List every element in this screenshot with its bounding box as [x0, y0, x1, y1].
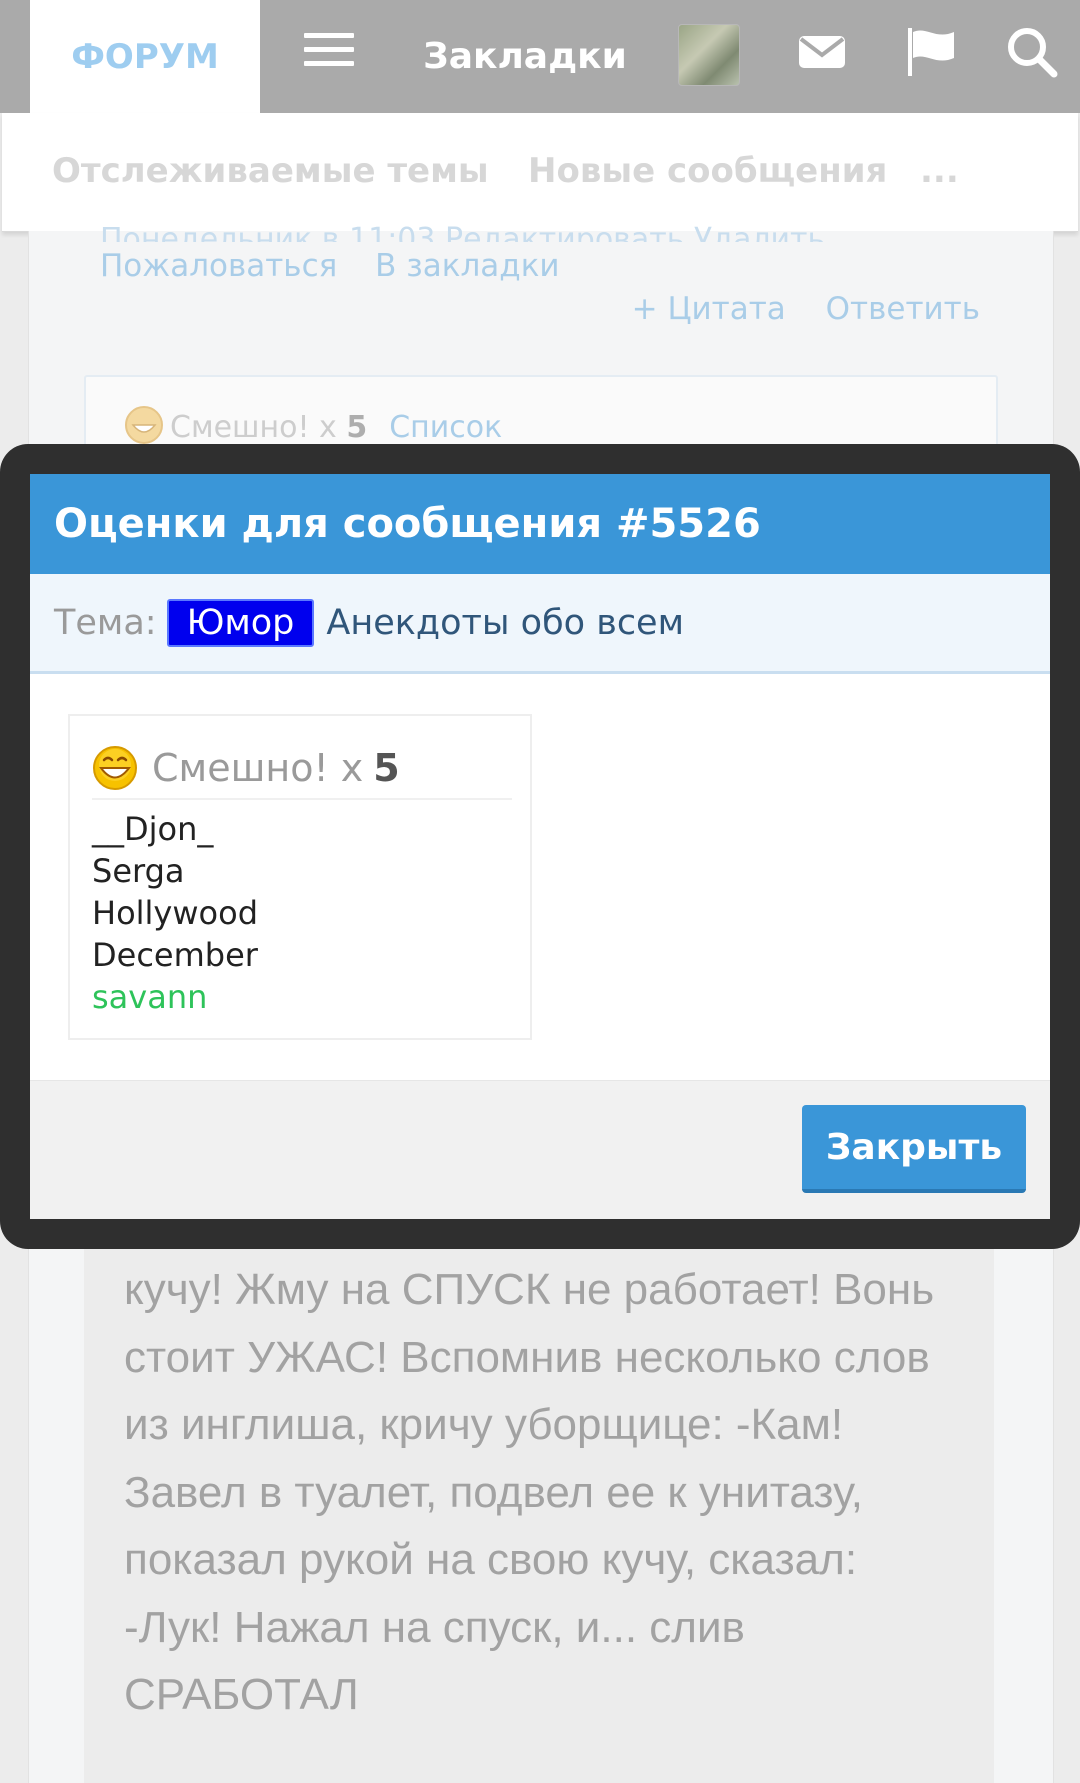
rating-card: Смешно! x 5 __Djon_ Serga Hollywood Dece…: [68, 714, 532, 1040]
likes-list-link[interactable]: Список: [389, 410, 502, 445]
bookmarks-link[interactable]: Закладки: [420, 0, 630, 113]
reply-link[interactable]: Ответить: [826, 291, 980, 327]
rating-count: 5: [373, 746, 400, 790]
likes-text: Смешно! x: [170, 410, 347, 445]
ratings-modal: Оценки для сообщения #5526 Тема: Юмор Ан…: [30, 474, 1050, 1219]
watched-threads-link[interactable]: Отслеживаемые темы: [52, 151, 489, 191]
laugh-smiley-icon: [125, 406, 163, 444]
rater-item[interactable]: Serga: [92, 850, 258, 892]
post-body: кучу! Жму на СПУСК не работает! Вонь сто…: [84, 1248, 994, 1783]
rater-item[interactable]: savann: [92, 976, 258, 1018]
hamburger-menu-icon[interactable]: [304, 33, 354, 66]
bookmark-link[interactable]: В закладки: [375, 248, 559, 284]
post-body-text: кучу! Жму на СПУСК не работает! Вонь сто…: [124, 1265, 935, 1719]
flag-icon[interactable]: [902, 22, 962, 82]
likes-count: 5: [346, 410, 368, 445]
envelope-icon[interactable]: [792, 22, 852, 82]
rater-item[interactable]: December: [92, 934, 258, 976]
modal-title: Оценки для сообщения #5526: [30, 474, 1050, 574]
topic-label: Тема:: [54, 602, 157, 643]
rating-name: Смешно! x: [152, 746, 364, 790]
top-navigation-bar: ФОРУМ Закладки: [0, 0, 1080, 113]
modal-topic-row: Тема: Юмор Анекдоты обо всем: [30, 574, 1050, 674]
topic-prefix-badge[interactable]: Юмор: [166, 598, 315, 647]
rater-item[interactable]: Hollywood: [92, 892, 258, 934]
user-avatar[interactable]: [678, 24, 740, 86]
modal-footer: Закрыть: [30, 1080, 1050, 1219]
post-links: Пожаловаться В закладки: [100, 248, 588, 284]
report-link[interactable]: Пожаловаться: [100, 248, 337, 284]
new-posts-link[interactable]: Новые сообщения: [528, 151, 887, 191]
search-icon[interactable]: [1002, 22, 1062, 82]
rating-header: Смешно! x 5: [92, 738, 512, 800]
likes-line: Смешно! x 5 Список: [124, 405, 502, 445]
laugh-smiley-icon: [93, 746, 137, 790]
rater-list: __Djon_ Serga Hollywood December savann: [92, 808, 258, 1018]
more-link[interactable]: ...: [920, 151, 959, 191]
close-button[interactable]: Закрыть: [802, 1105, 1026, 1193]
topic-title-link[interactable]: Анекдоты обо всем: [326, 603, 684, 643]
quote-link[interactable]: + Цитата: [632, 291, 786, 327]
tab-forum[interactable]: ФОРУМ: [30, 0, 260, 113]
post-meta-partial: Понедельник в 11:03 Редактировать Удалит…: [100, 222, 826, 242]
post-actions: + Цитата Ответить: [602, 291, 980, 327]
rater-item[interactable]: __Djon_: [92, 808, 258, 850]
